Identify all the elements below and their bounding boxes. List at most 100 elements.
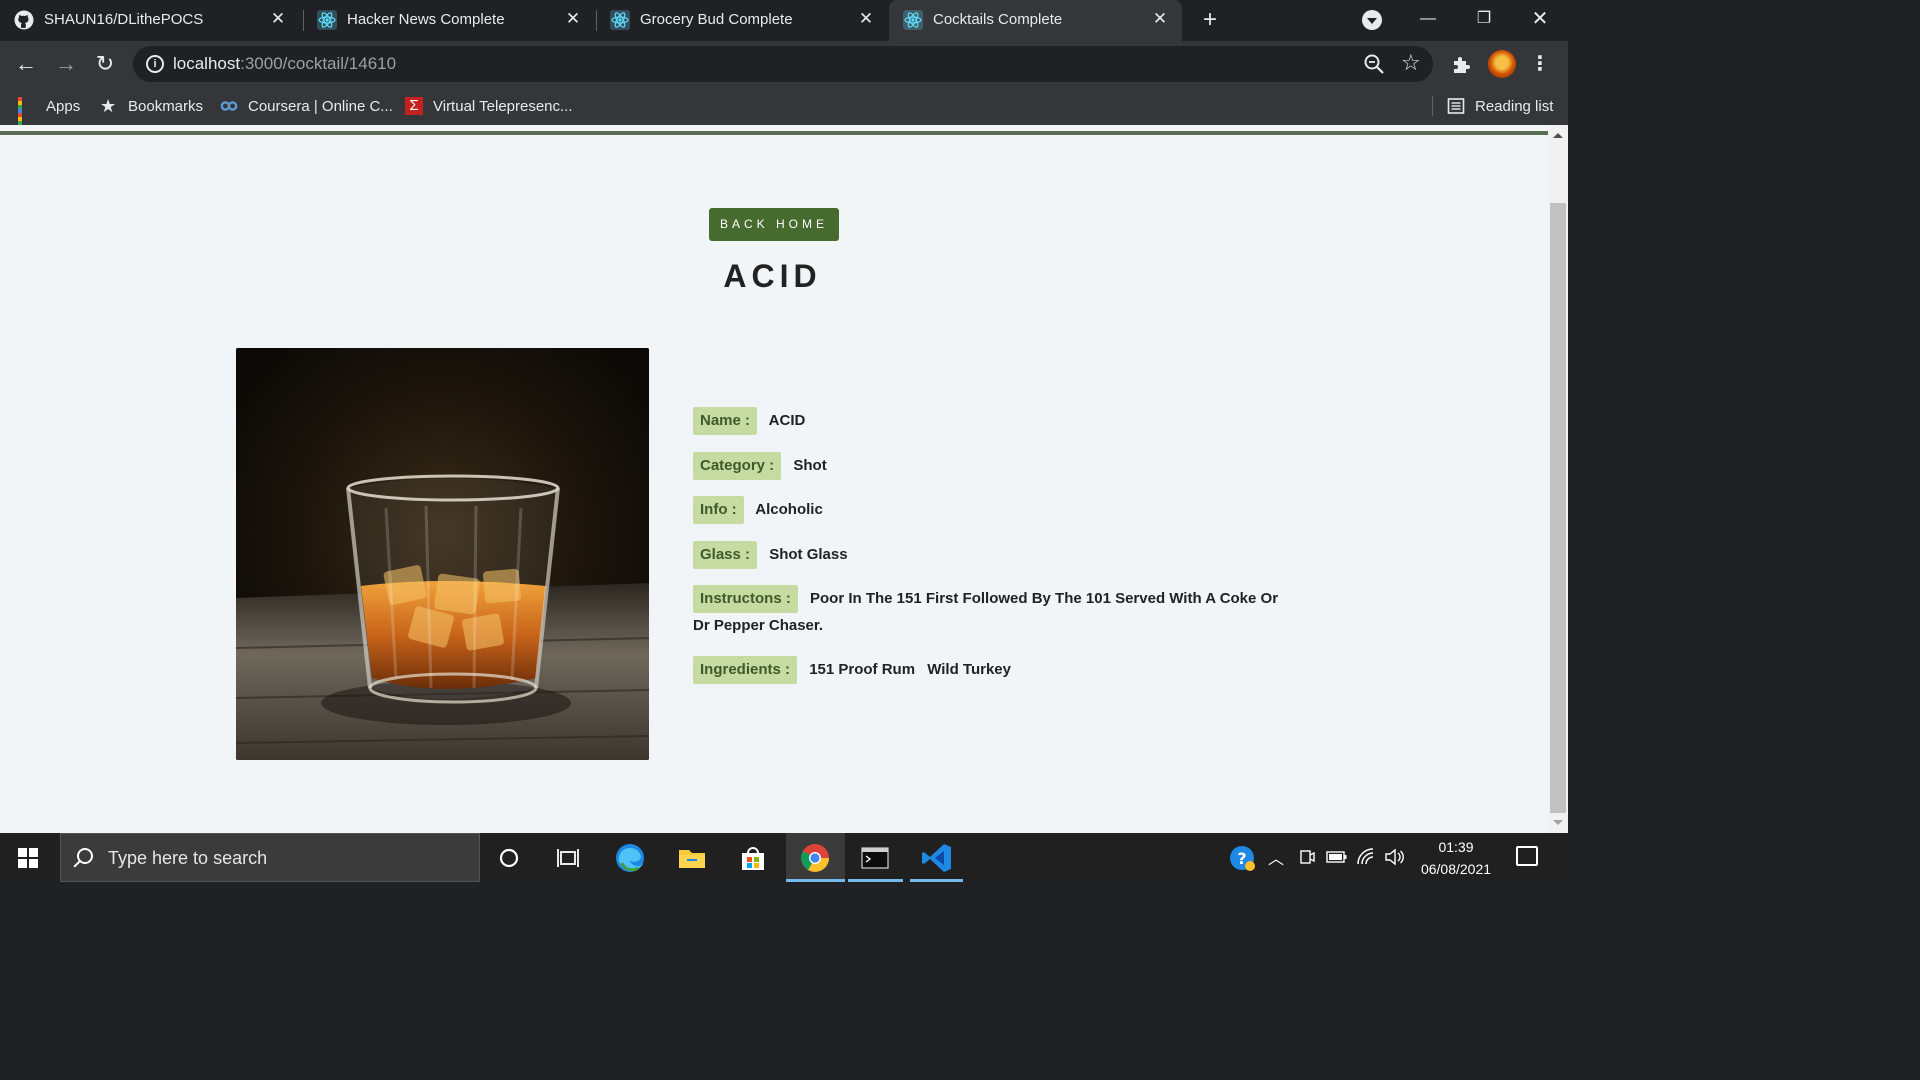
name-label: Name :: [693, 407, 758, 435]
profile-avatar[interactable]: [1488, 50, 1516, 78]
close-tab-icon[interactable]: ✕: [1150, 9, 1170, 29]
info-row-name: Name : ACID: [693, 407, 805, 435]
tab-search-icon[interactable]: [1362, 10, 1382, 30]
reading-list-icon: [1447, 98, 1465, 114]
github-icon: [14, 10, 34, 30]
back-home-button[interactable]: BACK HOME: [709, 208, 839, 241]
forward-arrow-icon[interactable]: →: [52, 50, 80, 78]
ingredient-item: Wild Turkey: [927, 661, 1011, 678]
info-row-info: Info : Alcoholic: [693, 496, 823, 524]
vscode-running-indicator: [910, 879, 963, 882]
windows-taskbar: Type here to search ? ︿ 01:39 06/08/2021: [0, 833, 1568, 882]
bookmark-star-icon[interactable]: ☆: [1401, 50, 1421, 76]
tab-title: Cocktails Complete: [933, 11, 1063, 28]
name-value: ACID: [768, 412, 806, 429]
ingredient-item: 151 Proof Rum: [809, 661, 916, 678]
file-explorer-icon[interactable]: [675, 841, 709, 875]
chrome-running-indicator: [786, 879, 845, 882]
meet-now-icon[interactable]: [1298, 848, 1316, 866]
category-label: Category :: [693, 452, 782, 480]
page-viewport: BACK HOME ACID Name: ACID Category: Sh…: [0, 125, 1568, 833]
react-icon: [317, 10, 337, 30]
cortana-icon[interactable]: [492, 841, 526, 875]
tab-title: Hacker News Complete: [347, 11, 505, 28]
page-top-border: [0, 131, 1548, 135]
apps-grid-icon: [18, 97, 36, 133]
terminal-running-indicator: [848, 879, 903, 882]
sigma-icon: Σ: [405, 97, 423, 115]
address-bar[interactable]: i localhost:3000/cocktail/14610 ☆: [133, 46, 1433, 82]
notification-center-icon[interactable]: [1516, 846, 1538, 866]
bookmark-apps[interactable]: Apps: [18, 93, 80, 133]
category-value: Shot: [793, 457, 827, 474]
battery-icon[interactable]: [1326, 849, 1348, 865]
volume-icon[interactable]: [1384, 847, 1404, 867]
task-view-icon[interactable]: [551, 841, 585, 875]
reading-list-button[interactable]: Reading list: [1447, 93, 1553, 119]
ingredients-label: Ingredients :: [693, 656, 798, 684]
vscode-icon[interactable]: [920, 841, 954, 875]
search-icon: [77, 848, 93, 864]
star-icon: ★: [100, 96, 117, 116]
wifi-icon[interactable]: [1356, 847, 1376, 867]
cocktail-title: ACID: [723, 258, 822, 294]
clock-time: 01:39: [1438, 839, 1474, 855]
back-arrow-icon[interactable]: ←: [12, 50, 40, 78]
menu-kebab-icon[interactable]: ⋮: [1530, 51, 1550, 77]
info-value: Alcoholic: [755, 501, 823, 518]
info-row-category: Category : Shot: [693, 452, 827, 480]
glass-value: Shot Glass: [769, 546, 848, 563]
react-icon: [903, 10, 923, 30]
minimize-button[interactable]: —: [1400, 0, 1456, 40]
windows-start-icon[interactable]: [18, 848, 38, 868]
info-row-glass: Glass : Shot Glass: [693, 541, 848, 569]
terminal-icon[interactable]: [858, 841, 892, 875]
help-icon[interactable]: ?: [1229, 845, 1257, 873]
info-label: Info :: [693, 496, 744, 524]
info-row-instructions: Instructons : Poor In The 151 First Foll…: [693, 585, 1293, 639]
whisky-glass-picture: [236, 348, 649, 760]
new-tab-button[interactable]: +: [1198, 7, 1222, 33]
browser-toolbar: ← → ↻ i localhost:3000/cocktail/14610 ☆: [0, 41, 1568, 87]
bookmark-coursera[interactable]: Coursera | Online C...: [220, 93, 393, 119]
bookmark-bookmarks[interactable]: ★ Bookmarks: [100, 93, 203, 119]
bookmark-virtual-telepresence[interactable]: Σ Virtual Telepresenc...: [405, 93, 573, 119]
tab-github[interactable]: SHAUN16/DLithePOCS ✕: [0, 0, 300, 41]
tab-grocery-bud[interactable]: Grocery Bud Complete ✕: [596, 0, 888, 41]
browser-tab-strip: SHAUN16/DLithePOCS ✕ Hacker News Complet…: [0, 0, 1568, 41]
close-tab-icon[interactable]: ✕: [856, 9, 876, 29]
edge-icon[interactable]: [613, 841, 647, 875]
url-text[interactable]: localhost:3000/cocktail/14610: [173, 54, 396, 74]
instructions-label: Instructons :: [693, 585, 798, 613]
glass-label: Glass :: [693, 541, 758, 569]
react-icon: [610, 10, 630, 30]
close-tab-icon[interactable]: ✕: [563, 9, 583, 29]
coursera-icon: [220, 101, 238, 111]
system-clock[interactable]: 01:39 06/08/2021: [1408, 836, 1504, 880]
taskbar-search-placeholder: Type here to search: [108, 848, 268, 868]
clock-date: 06/08/2021: [1420, 861, 1492, 877]
bookmarks-divider: [1432, 96, 1433, 116]
reload-icon[interactable]: ↻: [91, 50, 119, 78]
close-tab-icon[interactable]: ✕: [268, 9, 288, 29]
tab-title: SHAUN16/DLithePOCS: [44, 11, 204, 28]
chrome-icon[interactable]: [798, 841, 832, 875]
close-window-button[interactable]: ✕: [1512, 0, 1568, 40]
info-row-ingredients: Ingredients : 151 Proof Rum Wild Turkey: [693, 656, 1019, 684]
tab-hacker-news[interactable]: Hacker News Complete ✕: [303, 0, 595, 41]
zoom-out-icon[interactable]: [1363, 53, 1385, 75]
microsoft-store-icon[interactable]: [736, 841, 770, 875]
site-info-icon[interactable]: i: [146, 55, 164, 73]
scrollbar-thumb[interactable]: [1550, 203, 1566, 813]
tab-cocktails[interactable]: Cocktails Complete ✕: [889, 0, 1182, 41]
scroll-up-icon[interactable]: [1553, 133, 1563, 138]
page-scrollbar[interactable]: [1548, 125, 1568, 833]
show-hidden-icons-chevron-icon[interactable]: ︿: [1268, 845, 1284, 869]
bookmarks-bar: Apps ★ Bookmarks Coursera | Online C... …: [0, 87, 1568, 133]
cocktail-image: [236, 348, 649, 760]
extensions-puzzle-icon[interactable]: [1450, 53, 1474, 77]
tab-title: Grocery Bud Complete: [640, 11, 793, 28]
scroll-down-icon[interactable]: [1553, 820, 1563, 825]
taskbar-search-box[interactable]: Type here to search: [60, 833, 480, 882]
restore-button[interactable]: ❐: [1456, 0, 1512, 40]
